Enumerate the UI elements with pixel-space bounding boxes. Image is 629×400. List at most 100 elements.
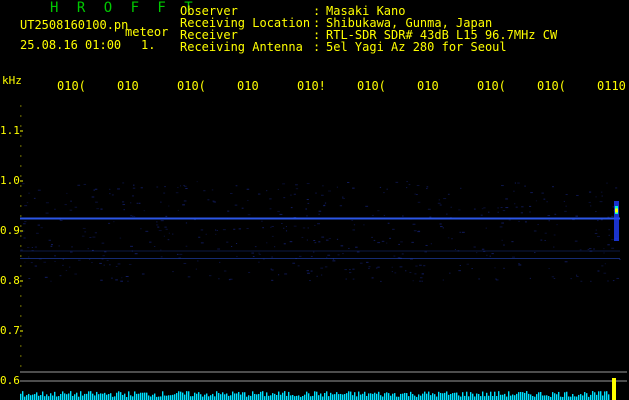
noise-speck <box>22 183 25 185</box>
noise-level-bar <box>94 395 96 400</box>
noise-speck <box>26 202 29 204</box>
noise-speck <box>501 222 505 224</box>
noise-speck <box>69 266 71 268</box>
noise-speck <box>325 239 329 241</box>
noise-speck <box>218 278 220 280</box>
noise-level-bar <box>584 392 586 400</box>
noise-level-bar <box>606 391 608 400</box>
noise-speck <box>160 249 162 251</box>
noise-level-bar <box>72 395 74 400</box>
noise-level-bar <box>152 394 154 400</box>
noise-level-bar <box>580 394 582 400</box>
noise-speck <box>383 192 385 194</box>
noise-speck <box>554 213 557 215</box>
noise-level-bar <box>118 391 120 400</box>
noise-speck <box>196 181 198 183</box>
noise-speck <box>183 200 187 202</box>
noise-speck <box>348 247 350 249</box>
noise-speck <box>494 278 497 280</box>
noise-level-bar <box>90 391 92 400</box>
noise-speck <box>246 188 250 190</box>
noise-speck <box>514 203 516 205</box>
noise-speck <box>351 219 354 221</box>
noise-speck <box>417 201 421 203</box>
noise-speck <box>440 226 443 228</box>
noise-speck <box>411 241 414 243</box>
noise-speck <box>203 190 206 192</box>
noise-level-bar <box>38 395 40 400</box>
noise-level-bar <box>290 395 292 400</box>
noise-level-bar <box>494 391 496 400</box>
noise-speck <box>209 275 212 277</box>
noise-level-bar <box>434 394 436 400</box>
noise-level-bar <box>564 392 566 400</box>
noise-speck <box>285 230 288 232</box>
noise-level-bar <box>546 395 548 400</box>
noise-speck <box>195 268 198 270</box>
noise-speck <box>486 254 488 256</box>
noise-level-bar <box>178 391 180 400</box>
noise-speck <box>277 188 280 190</box>
noise-level-bar <box>186 391 188 400</box>
noise-level-bar <box>132 396 134 400</box>
noise-speck <box>481 208 484 210</box>
time-tick-label: 010( <box>537 79 566 93</box>
noise-speck <box>595 196 597 198</box>
noise-level-bar <box>332 394 334 400</box>
noise-speck <box>426 186 429 188</box>
noise-speck <box>518 263 520 265</box>
noise-level-bar <box>174 394 176 400</box>
noise-speck <box>446 213 448 215</box>
noise-speck <box>258 252 260 254</box>
noise-speck <box>564 261 568 263</box>
noise-level-bar <box>368 393 370 400</box>
noise-speck <box>247 199 249 201</box>
noise-speck <box>271 225 274 227</box>
noise-speck <box>594 232 598 234</box>
noise-speck <box>28 256 30 258</box>
noise-speck <box>58 245 60 247</box>
noise-speck <box>307 202 310 204</box>
noise-speck <box>466 263 470 265</box>
noise-speck <box>70 251 73 253</box>
noise-speck <box>50 280 52 282</box>
noise-level-bar <box>84 393 86 400</box>
noise-speck <box>363 224 365 226</box>
noise-level-bar <box>596 394 598 400</box>
noise-level-bar <box>62 391 64 400</box>
y-axis-unit: kHz <box>2 74 22 87</box>
noise-speck <box>503 244 505 246</box>
noise-speck <box>412 223 416 225</box>
noise-speck <box>383 214 386 216</box>
noise-speck <box>270 268 273 270</box>
noise-speck <box>211 189 214 191</box>
noise-speck <box>589 248 592 250</box>
noise-level-bar <box>64 393 66 400</box>
noise-speck <box>283 243 286 245</box>
noise-speck <box>180 185 182 187</box>
noise-speck <box>24 261 26 263</box>
noise-speck <box>109 264 111 266</box>
noise-speck <box>236 255 238 257</box>
noise-speck <box>283 227 285 229</box>
noise-speck <box>54 208 56 210</box>
noise-speck <box>216 229 218 231</box>
noise-speck <box>48 239 51 241</box>
noise-level-peak <box>612 378 616 400</box>
noise-level-bar <box>328 396 330 400</box>
noise-speck <box>133 216 136 218</box>
frequency-tick-label: 0.6 <box>0 374 20 387</box>
noise-level-bar <box>460 396 462 400</box>
noise-speck <box>535 200 538 202</box>
noise-speck <box>111 194 114 196</box>
noise-speck <box>99 262 102 264</box>
file-name: UT2508160100.pn <box>20 18 129 32</box>
noise-level-bar <box>578 394 580 400</box>
noise-level-bar <box>330 392 332 400</box>
noise-speck <box>120 280 123 282</box>
noise-level-bar <box>292 394 294 400</box>
noise-speck <box>28 278 31 280</box>
noise-speck <box>246 227 249 229</box>
noise-speck <box>439 204 442 206</box>
noise-speck <box>458 270 461 272</box>
